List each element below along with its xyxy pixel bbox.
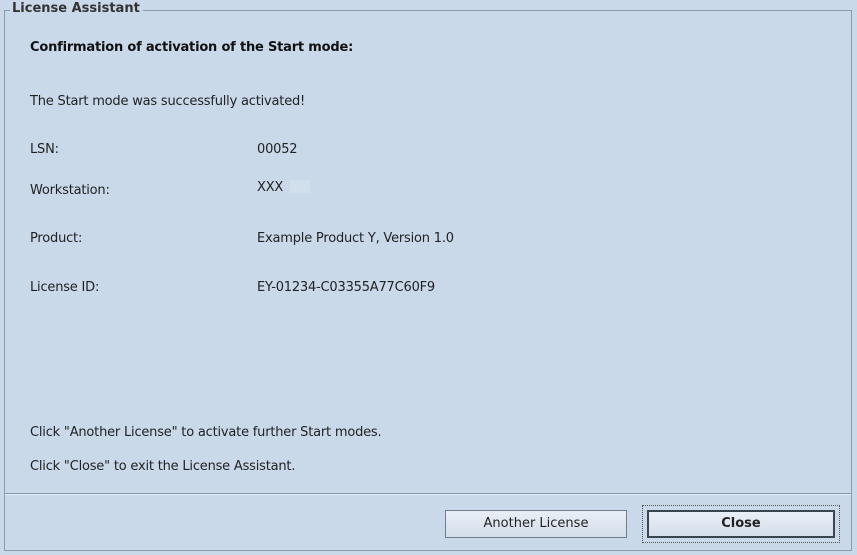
another-license-button[interactable]: Another License [445,510,627,538]
workstation-value: XXX [257,180,284,195]
license-id-value: EY-01234-C03355A77C60F9 [257,280,435,295]
hint-another-license: Click "Another License" to activate furt… [30,425,382,440]
product-label: Product: [30,231,83,246]
lsn-label: LSN: [30,142,59,157]
lsn-value: 00052 [257,142,298,157]
hint-close: Click "Close" to exit the License Assist… [30,459,296,474]
redacted-area [290,180,310,193]
close-button[interactable]: Close [647,510,835,538]
product-value: Example Product Y, Version 1.0 [257,231,454,246]
button-bar-divider [5,493,851,495]
group-title: License Assistant [10,2,143,16]
license-id-label: License ID: [30,280,100,295]
workstation-label: Workstation: [30,183,110,198]
confirmation-heading: Confirmation of activation of the Start … [30,40,354,55]
success-message: The Start mode was successfully activate… [30,94,306,109]
